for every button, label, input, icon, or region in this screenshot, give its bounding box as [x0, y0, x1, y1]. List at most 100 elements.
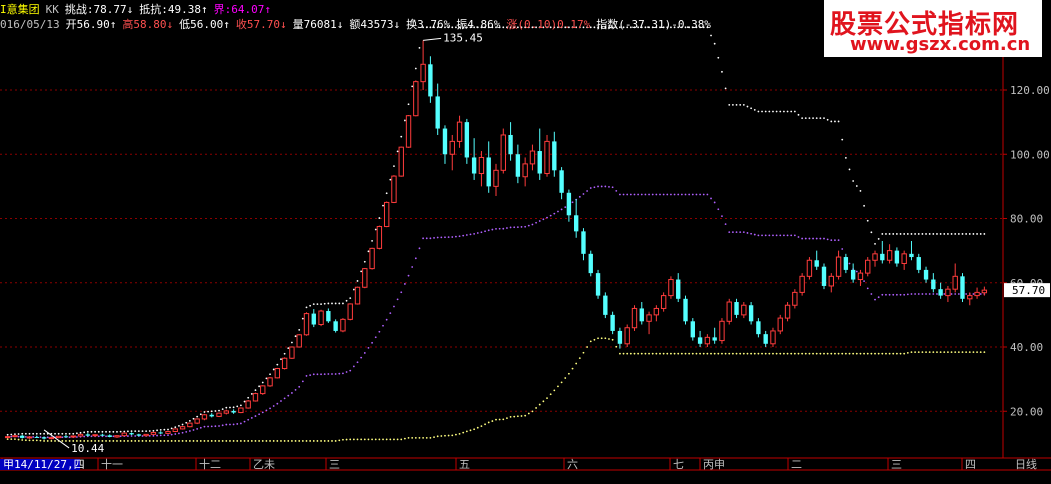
band-dot	[783, 352, 785, 355]
band-dot	[684, 193, 687, 196]
candle-body	[179, 426, 186, 430]
band-dot	[735, 352, 738, 355]
candle	[391, 175, 397, 204]
band-dot	[363, 352, 366, 354]
band-dot	[378, 438, 381, 441]
band-dot	[280, 358, 282, 361]
band-dot	[939, 233, 942, 235]
band-dot	[327, 373, 330, 375]
band-dot	[338, 372, 341, 375]
band-dot	[768, 352, 771, 355]
band-dot	[538, 220, 541, 222]
band-dot	[393, 438, 395, 441]
band-dot	[742, 231, 745, 234]
band-dot	[236, 423, 239, 425]
band-dot	[363, 260, 366, 263]
band-dot	[134, 430, 137, 433]
candle	[274, 367, 281, 379]
band-dot	[910, 233, 913, 235]
band-dot	[345, 371, 348, 373]
band-dot	[874, 298, 876, 301]
candle	[872, 250, 878, 267]
band-dot	[294, 440, 297, 442]
band-dot	[622, 352, 625, 355]
band-dot	[983, 233, 986, 235]
band-dot	[608, 338, 610, 340]
band-dot	[600, 185, 603, 188]
band-dot	[39, 436, 42, 439]
header-item: 抵抗:49.38↑	[139, 3, 208, 16]
band-dot	[724, 223, 727, 226]
candle	[828, 273, 834, 293]
candle-body	[646, 314, 652, 322]
candle	[260, 385, 266, 395]
band-dot	[604, 337, 607, 340]
band-dot	[936, 351, 938, 354]
band-dot	[823, 352, 825, 355]
band-dot	[371, 341, 373, 344]
candle	[223, 409, 229, 415]
candle-body	[712, 337, 717, 341]
price-chart[interactable]: 20.0040.0060.0080.00100.00120.0057.70135…	[0, 0, 1051, 484]
band-dot	[932, 233, 935, 235]
candle	[712, 327, 717, 344]
band-dot	[414, 67, 417, 70]
band-dot	[979, 233, 982, 235]
band-dot	[877, 352, 880, 355]
band-dot	[834, 352, 836, 355]
candle-body	[741, 304, 747, 316]
time-axis-label: 乙未	[253, 458, 275, 471]
candle-body	[522, 163, 528, 178]
band-dot	[597, 185, 599, 188]
band-dot	[261, 381, 264, 384]
band-dot	[403, 437, 406, 440]
band-dot	[546, 216, 548, 219]
candle-body	[194, 418, 200, 424]
watermark-url: www.gszx.com.cn	[850, 34, 1031, 55]
band-dot	[823, 117, 825, 120]
band-dot	[320, 373, 322, 376]
band-dot	[65, 440, 67, 442]
candle	[909, 240, 914, 261]
band-dot	[378, 330, 381, 333]
band-dot	[957, 351, 960, 354]
band-dot	[783, 110, 785, 113]
band-dot	[804, 237, 807, 240]
band-dot	[214, 410, 217, 412]
band-dot	[921, 351, 924, 354]
band-dot	[145, 430, 148, 433]
band-dot	[411, 266, 414, 268]
band-dot	[134, 435, 137, 437]
band-dot	[334, 302, 337, 305]
band-dot	[830, 120, 833, 123]
candle	[566, 189, 572, 222]
candle	[770, 327, 776, 347]
band-dot	[852, 180, 855, 182]
band-dot	[414, 436, 417, 439]
header-item: 振4.86%	[456, 18, 501, 31]
candle	[413, 80, 419, 117]
candle-body	[559, 170, 564, 193]
band-dot	[895, 293, 898, 296]
band-dot	[145, 440, 148, 442]
band-dot	[673, 193, 676, 196]
band-dot	[553, 389, 556, 392]
band-dot	[476, 232, 479, 234]
band-dot	[928, 293, 931, 295]
band-dot	[225, 440, 228, 442]
band-dot	[473, 428, 476, 431]
band-dot	[750, 232, 753, 235]
candle-body	[478, 156, 485, 175]
band-dot	[717, 56, 720, 59]
header-item: 开56.90↑	[65, 18, 117, 31]
band-dot	[148, 430, 151, 432]
band-dot	[491, 420, 494, 422]
band-dot	[808, 352, 811, 355]
band-dot	[352, 365, 355, 368]
band-dot	[640, 193, 643, 196]
candle-body	[121, 432, 127, 437]
band-dot	[549, 214, 552, 217]
candle	[886, 244, 893, 264]
band-dot	[560, 208, 563, 211]
band-dot	[775, 352, 778, 355]
